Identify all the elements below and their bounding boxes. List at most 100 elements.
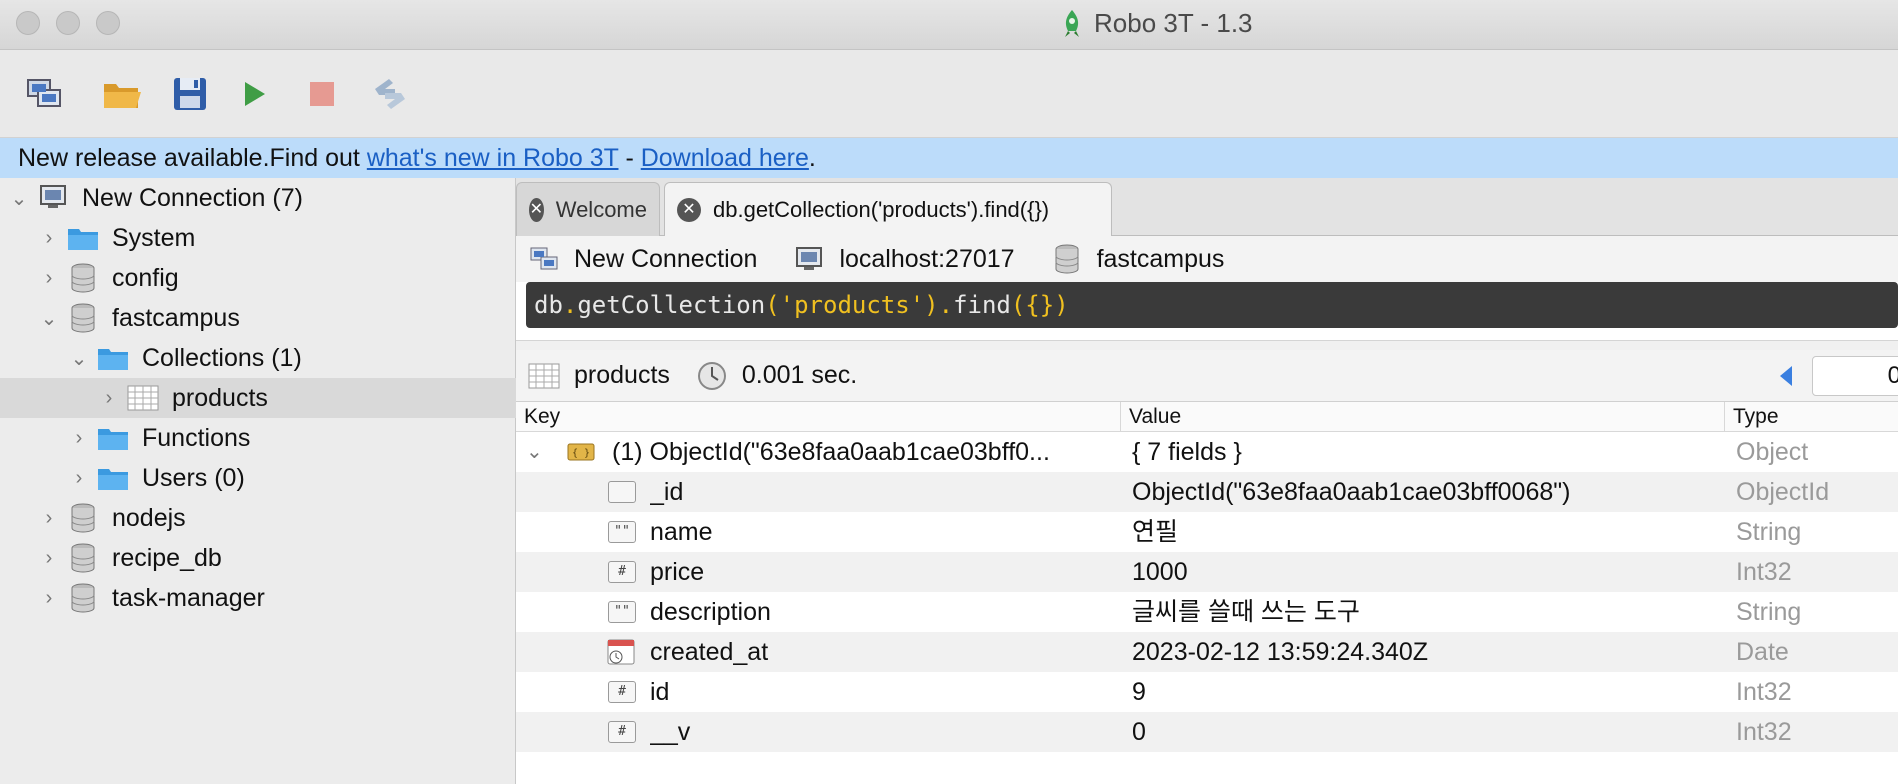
query-token: ( — [765, 291, 780, 319]
table-icon — [528, 361, 560, 391]
whats-new-link[interactable]: what's new in Robo 3T — [367, 144, 619, 172]
field-key: id — [650, 678, 670, 706]
tab-label: Welcome — [555, 196, 647, 222]
database-icon — [1051, 244, 1083, 274]
folder-icon — [96, 463, 130, 493]
chevron-right-icon[interactable]: › — [38, 547, 60, 570]
table-row[interactable]: created_at 2023-02-12 13:59:24.340Z Date — [516, 632, 1898, 672]
table-row[interactable]: _id ObjectId("63e8faa0aab1cae03bff0068")… — [516, 472, 1898, 512]
robo3t-logo-icon — [1065, 9, 1079, 37]
tree-item-config[interactable]: › config — [0, 258, 516, 298]
chevron-down-icon[interactable]: ⌄ — [68, 346, 90, 371]
tree-item-recipe-db[interactable]: › recipe_db — [0, 538, 516, 578]
tree-item-task-manager[interactable]: › task-manager — [0, 578, 516, 618]
field-value: 연필 — [1132, 518, 1179, 546]
computer-icon — [36, 183, 70, 213]
connection-name: New Connection — [574, 244, 758, 273]
open-folder-icon — [104, 84, 141, 108]
table-row[interactable]: "" name 연필 String — [516, 512, 1898, 552]
minimize-window-button[interactable] — [56, 11, 80, 35]
chevron-right-icon[interactable]: › — [38, 507, 60, 530]
folder-icon — [96, 343, 130, 373]
table-row[interactable]: # price 1000 Int32 — [516, 552, 1898, 592]
orientation-button[interactable] — [366, 70, 414, 118]
result-info-bar: products 0.001 sec. 0 — [516, 350, 1898, 402]
database-icon — [66, 263, 100, 293]
chevron-right-icon[interactable]: › — [38, 267, 60, 290]
database-icon — [66, 543, 100, 573]
table-row[interactable]: # __v 0 Int32 — [516, 712, 1898, 752]
query-token: 'products' — [779, 291, 925, 319]
editor-splitter[interactable] — [516, 340, 1898, 350]
field-type: Date — [1736, 638, 1789, 666]
connection-host: localhost:27017 — [839, 244, 1015, 273]
play-icon — [245, 82, 265, 106]
chevron-down-icon[interactable]: ⌄ — [38, 306, 60, 331]
table-row[interactable]: ⌄ { } (1) ObjectId("63e8faa0aab1cae03bff… — [516, 432, 1898, 472]
tree-item-label: Collections (1) — [142, 343, 302, 372]
window-title: Robo 3T - 1.3 — [1060, 8, 1253, 39]
toolbar — [0, 50, 1898, 138]
calendar-icon — [606, 632, 638, 672]
connect-button[interactable] — [20, 70, 68, 118]
query-token: find — [953, 291, 1011, 319]
page-skip-input[interactable]: 0 — [1812, 356, 1898, 396]
tree-item-new-connection[interactable]: ⌄ New Connection (7) — [0, 178, 516, 218]
tree-item-label: Users (0) — [142, 463, 245, 492]
tab-query[interactable]: ✕ db.getCollection('products').find({}) — [664, 182, 1112, 237]
open-button[interactable] — [98, 70, 146, 118]
tab-label: db.getCollection('products').find({}) — [713, 197, 1050, 222]
chevron-right-icon[interactable]: › — [38, 227, 60, 250]
table-icon — [126, 383, 160, 413]
tree-item-fastcampus[interactable]: ⌄ fastcampus — [0, 298, 516, 338]
database-icon — [66, 303, 100, 333]
chevron-right-icon[interactable]: › — [68, 467, 90, 490]
stop-button[interactable] — [298, 70, 346, 118]
folder-icon — [96, 423, 130, 453]
column-header-type[interactable]: Type — [1724, 402, 1779, 432]
tree-item-users[interactable]: › Users (0) — [0, 458, 516, 498]
chevron-right-icon[interactable]: › — [68, 427, 90, 450]
field-type: String — [1736, 598, 1802, 626]
query-token: . — [938, 291, 954, 319]
tab-welcome[interactable]: ✕ Welcome — [516, 182, 660, 236]
tree-item-label: New Connection (7) — [82, 183, 303, 212]
tree-item-functions[interactable]: › Functions — [0, 418, 516, 458]
tree-item-collections[interactable]: ⌄ Collections (1) — [0, 338, 516, 378]
field-key: _id — [650, 478, 684, 506]
chevron-right-icon[interactable]: › — [98, 387, 120, 410]
document-value: { 7 fields } — [1132, 438, 1242, 466]
table-row[interactable]: # id 9 Int32 — [516, 672, 1898, 712]
clock-icon — [696, 361, 728, 391]
results-header: Key Value Type — [516, 402, 1898, 432]
tree-item-label: Functions — [142, 423, 251, 452]
tree-item-system[interactable]: › System — [0, 218, 516, 258]
chevron-down-icon[interactable]: ⌄ — [8, 186, 30, 211]
close-window-button[interactable] — [16, 11, 40, 35]
connection-tree: ⌄ New Connection (7) › System › config ⌄… — [0, 178, 516, 784]
download-link[interactable]: Download here — [641, 144, 809, 172]
number-field-icon: # — [608, 721, 636, 743]
execute-button[interactable] — [230, 70, 278, 118]
close-tab-icon[interactable]: ✕ — [677, 198, 701, 222]
tree-item-nodejs[interactable]: › nodejs — [0, 498, 516, 538]
svg-text:{ }: { } — [572, 448, 590, 459]
column-header-value[interactable]: Value — [1120, 402, 1181, 432]
field-value: 0 — [1132, 718, 1146, 746]
close-tab-icon[interactable]: ✕ — [529, 197, 544, 222]
zoom-window-button[interactable] — [96, 11, 120, 35]
tree-item-products[interactable]: › products — [0, 378, 516, 418]
field-type: Int32 — [1736, 678, 1792, 706]
chevron-right-icon[interactable]: › — [38, 587, 60, 610]
table-row[interactable]: "" description 글씨를 쓸때 쓰는 도구 String — [516, 592, 1898, 632]
column-header-key[interactable]: Key — [516, 402, 560, 432]
chevron-down-icon[interactable]: ⌄ — [526, 432, 546, 472]
field-type: ObjectId — [1736, 478, 1830, 506]
save-button[interactable] — [166, 70, 214, 118]
field-type: String — [1736, 518, 1802, 546]
previous-page-icon[interactable] — [1778, 364, 1794, 395]
tree-item-label: nodejs — [112, 503, 186, 532]
query-editor[interactable]: db.getCollection('products').find({}) — [526, 282, 1898, 328]
notice-text: New release available.Find out — [18, 144, 367, 172]
field-value: 글씨를 쓸때 쓰는 도구 — [1132, 598, 1360, 626]
